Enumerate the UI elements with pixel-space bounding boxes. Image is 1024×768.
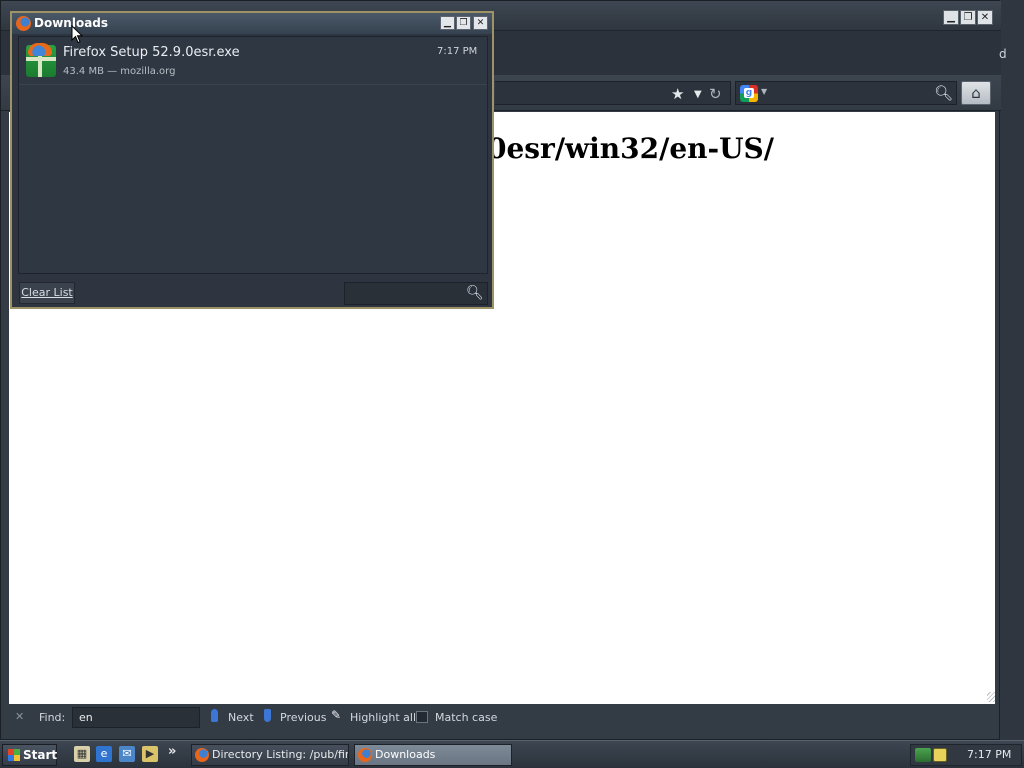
downloads-list[interactable]: Firefox Setup 52.9.0esr.exe 43.4 MB — mo… <box>18 36 488 274</box>
find-next-icon[interactable] <box>211 709 218 722</box>
installer-file-icon <box>26 43 56 77</box>
google-icon[interactable]: g <box>740 85 758 102</box>
match-case-label[interactable]: Match case <box>435 711 497 724</box>
download-time: 7:17 PM <box>437 46 478 57</box>
downloads-titlebar[interactable]: Downloads ▁ ❐ ✕ <box>12 13 492 34</box>
mouse-cursor-icon <box>71 25 83 44</box>
search-icon[interactable]: 🔍︎ <box>466 285 484 301</box>
firefox-icon <box>195 748 209 762</box>
clear-list-button[interactable]: Clear List <box>19 282 75 304</box>
star-icon[interactable]: ★ <box>671 85 684 103</box>
find-bar: ✕ Find: Next Previous ✎ Highlight all Ma… <box>8 704 994 732</box>
chevron-down-icon[interactable]: ▼ <box>694 86 702 104</box>
quick-launch-more-icon[interactable]: » <box>168 744 176 759</box>
taskbar: Start ▦ e ✉ ▶ » Directory Listing: /pub/… <box>0 740 1024 768</box>
firefox-icon <box>16 16 31 31</box>
show-desktop-icon[interactable]: ▦ <box>74 746 90 762</box>
find-input[interactable] <box>72 707 200 728</box>
security-icon[interactable] <box>933 748 947 762</box>
toolbar-overflow-text: d <box>999 47 1007 61</box>
search-engine-dropdown-icon[interactable]: ▼ <box>761 87 767 96</box>
browser-close-button[interactable]: ✕ <box>977 10 993 25</box>
downloads-minimize-button[interactable]: ▁ <box>440 16 455 30</box>
url-bar[interactable]: ★ ▼ ↻ <box>495 81 731 105</box>
browser-minimize-button[interactable]: ▁ <box>943 10 959 25</box>
page-heading: 0esr/win32/en-US/ <box>487 132 774 165</box>
clock[interactable]: 7:17 PM <box>967 748 1011 761</box>
start-button[interactable]: Start <box>2 744 57 766</box>
downloads-search-input[interactable]: 🔍︎ <box>344 282 488 305</box>
windows-logo-icon <box>8 749 20 761</box>
taskbar-item-label: Directory Listing: /pub/fir... <box>212 748 349 761</box>
magnifier-icon[interactable]: 🔍︎ <box>934 84 953 102</box>
taskbar-item-downloads[interactable]: Downloads <box>354 744 512 766</box>
downloads-maximize-button[interactable]: ❐ <box>456 16 471 30</box>
media-icon[interactable]: ▶ <box>142 746 158 762</box>
firefox-icon <box>358 748 372 762</box>
network-icon[interactable] <box>915 748 931 762</box>
internet-explorer-icon[interactable]: e <box>96 746 112 762</box>
downloads-close-button[interactable]: ✕ <box>473 16 488 30</box>
start-label: Start <box>23 748 58 762</box>
highlight-all-button[interactable]: Highlight all <box>350 711 416 724</box>
system-tray: 7:17 PM <box>910 744 1022 766</box>
home-icon: ⌂ <box>971 84 981 102</box>
search-box[interactable]: g ▼ 🔍︎ <box>735 81 957 105</box>
downloads-window: Downloads ▁ ❐ ✕ Firefox Setup 52.9.0esr.… <box>10 11 494 309</box>
download-filename: Firefox Setup 52.9.0esr.exe <box>63 45 240 60</box>
download-item[interactable]: Firefox Setup 52.9.0esr.exe 43.4 MB — mo… <box>19 37 487 85</box>
taskbar-item-label: Downloads <box>375 748 436 761</box>
find-previous-icon[interactable] <box>264 709 271 722</box>
browser-maximize-button[interactable]: ❐ <box>960 10 976 25</box>
home-button[interactable]: ⌂ <box>961 81 991 105</box>
find-next-button[interactable]: Next <box>228 711 254 724</box>
mail-icon[interactable]: ✉ <box>119 746 135 762</box>
find-label: Find: <box>39 711 66 724</box>
downloads-footer: Clear List 🔍︎ <box>12 277 492 307</box>
reload-icon[interactable]: ↻ <box>709 85 722 103</box>
download-details: 43.4 MB — mozilla.org <box>63 66 176 77</box>
close-icon[interactable]: ✕ <box>15 710 24 723</box>
highlighter-icon[interactable]: ✎ <box>331 708 341 722</box>
resize-grip[interactable] <box>987 692 995 702</box>
find-previous-button[interactable]: Previous <box>280 711 327 724</box>
taskbar-item-directory-listing[interactable]: Directory Listing: /pub/fir... <box>191 744 349 766</box>
match-case-checkbox[interactable] <box>416 711 428 723</box>
